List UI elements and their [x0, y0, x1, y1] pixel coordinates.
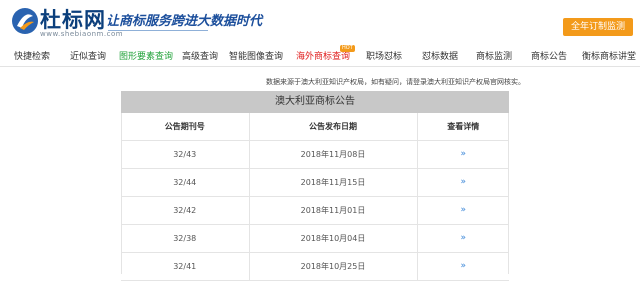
view-detail-icon[interactable]: » — [460, 205, 466, 215]
slogan: 让商标服务跨进大数据时代 — [106, 14, 263, 29]
column-header-detail: 查看详情 — [417, 113, 509, 141]
panel-title: 澳大利亚商标公告 — [121, 91, 509, 113]
nav-item-quick-search[interactable]: 快捷检索 — [14, 49, 50, 62]
table-header-row: 公告期刊号 公告发布日期 查看详情 — [121, 113, 509, 141]
view-detail-icon[interactable]: » — [460, 261, 466, 271]
nav-item-workplace[interactable]: 职场怼标 — [366, 49, 402, 62]
issue-cell: 32/44 — [121, 168, 250, 197]
issue-cell: 32/41 — [121, 252, 250, 281]
nav-item-smart-image-search[interactable]: 智能图像查询 — [229, 49, 283, 62]
table-row: 32/38 2018年10月04日 » — [121, 224, 509, 253]
view-detail-icon[interactable]: » — [460, 177, 466, 187]
view-detail-icon[interactable]: » — [460, 233, 466, 243]
table-row: 32/42 2018年11月01日 » — [121, 196, 509, 225]
nav-item-data[interactable]: 怼标数据 — [422, 49, 458, 62]
view-detail-icon[interactable]: » — [460, 149, 466, 159]
slogan-underline — [108, 30, 208, 31]
hot-badge: HOT — [340, 45, 355, 52]
annual-monitoring-button[interactable]: 全年订制监测 — [563, 18, 633, 36]
nav-item-trademark-announcement[interactable]: 商标公告 — [531, 49, 567, 62]
column-header-issue: 公告期刊号 — [121, 113, 250, 141]
data-source-notice: 数据来源于澳大利亚知识产权局，如有疑问，请登录澳大利亚知识产权局官网核实。 — [266, 78, 525, 86]
announcement-panel: 澳大利亚商标公告 公告期刊号 公告发布日期 查看详情 32/43 2018年11… — [121, 91, 509, 281]
date-cell: 2018年11月15日 — [249, 168, 418, 197]
column-header-date: 公告发布日期 — [249, 113, 418, 141]
issue-cell: 32/42 — [121, 196, 250, 225]
nav-item-graphic-element-search[interactable]: 图形要素查询 — [119, 49, 173, 62]
header: 杜标网 www.shebiaonm.com 让商标服务跨进大数据时代 全年订制监… — [0, 0, 640, 44]
nav-item-similar-search[interactable]: 近似查询 — [70, 49, 106, 62]
table-row: 32/41 2018年10月25日 » — [121, 252, 509, 281]
issue-cell: 32/43 — [121, 140, 250, 169]
date-cell: 2018年11月01日 — [249, 196, 418, 225]
date-cell: 2018年10月25日 — [249, 252, 418, 281]
date-cell: 2018年11月08日 — [249, 140, 418, 169]
main-nav: 快捷检索 近似查询 图形要素查询 高级查询 智能图像查询 海外商标查询 HOT … — [0, 44, 640, 67]
logo-icon — [12, 8, 38, 34]
site-url: www.shebiaonm.com — [40, 30, 124, 38]
nav-item-trademark-lecture[interactable]: 衡标商标讲堂 — [582, 49, 636, 62]
table-row: 32/44 2018年11月15日 » — [121, 168, 509, 197]
table-row: 32/43 2018年11月08日 » — [121, 140, 509, 169]
issue-cell: 32/38 — [121, 224, 250, 253]
nav-item-trademark-monitoring[interactable]: 商标监测 — [476, 49, 512, 62]
date-cell: 2018年10月04日 — [249, 224, 418, 253]
nav-item-advanced-search[interactable]: 高级查询 — [182, 49, 218, 62]
announcement-table: 公告期刊号 公告发布日期 查看详情 32/43 2018年11月08日 » 32… — [121, 113, 509, 281]
